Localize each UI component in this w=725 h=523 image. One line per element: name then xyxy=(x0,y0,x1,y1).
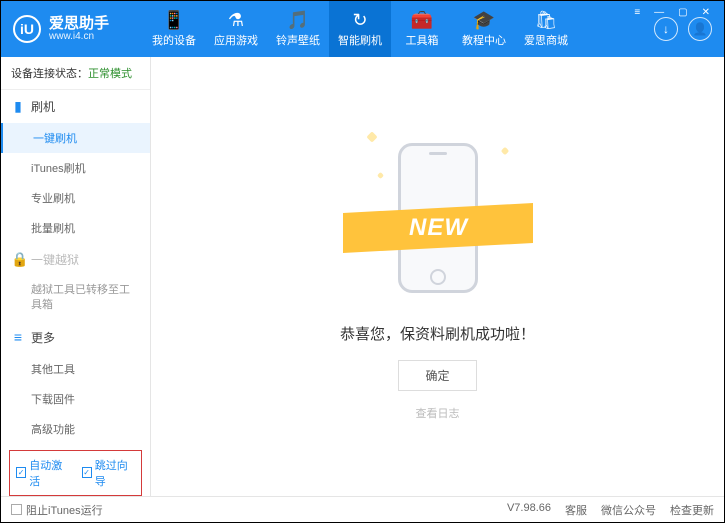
new-ribbon: NEW xyxy=(408,214,467,242)
user-icon[interactable]: 👤 xyxy=(688,17,712,41)
app-name: 爱思助手 xyxy=(49,16,109,31)
connection-status: 设备连接状态：正常模式 xyxy=(1,57,150,90)
sidebar: 设备连接状态：正常模式 ▮刷机 一键刷机 iTunes刷机 专业刷机 批量刷机 … xyxy=(1,57,151,496)
options-box: ✓自动激活 ✓跳过向导 xyxy=(9,450,142,496)
menu-icon[interactable]: ≡ xyxy=(630,5,644,20)
link-support[interactable]: 客服 xyxy=(565,502,587,518)
chk-auto-activate[interactable]: ✓自动激活 xyxy=(16,457,70,489)
store-icon: 🛍 xyxy=(535,11,558,29)
nav-apps[interactable]: ⚗应用游戏 xyxy=(205,1,267,57)
sub-itunes-flash[interactable]: iTunes刷机 xyxy=(1,153,150,183)
sub-advanced[interactable]: 高级功能 xyxy=(1,414,150,444)
close-icon[interactable]: ✕ xyxy=(698,5,714,20)
tutorial-icon: 🎓 xyxy=(473,11,495,29)
main-content: NEW 恭喜您，保资料刷机成功啦！ 确定 查看日志 xyxy=(151,57,724,496)
titlebar: iU 爱思助手 www.i4.cn 📱我的设备 ⚗应用游戏 🎵铃声壁纸 ↻智能刷… xyxy=(1,1,724,57)
apps-icon: ⚗ xyxy=(228,11,244,29)
success-message: 恭喜您，保资料刷机成功啦！ xyxy=(340,323,535,344)
app-url: www.i4.cn xyxy=(49,31,109,42)
sub-batch-flash[interactable]: 批量刷机 xyxy=(1,213,150,243)
ok-button[interactable]: 确定 xyxy=(398,360,476,391)
nav-my-device[interactable]: 📱我的设备 xyxy=(143,1,205,57)
cat-jailbreak[interactable]: 🔒一键越狱 xyxy=(1,243,150,276)
nav-toolbox[interactable]: 🧰工具箱 xyxy=(391,1,453,57)
version-label: V7.98.66 xyxy=(507,502,551,518)
nav-tutorials[interactable]: 🎓教程中心 xyxy=(453,1,515,57)
sub-other-tools[interactable]: 其他工具 xyxy=(1,354,150,384)
nav-flash[interactable]: ↻智能刷机 xyxy=(329,1,391,57)
more-icon: ≡ xyxy=(11,329,25,345)
flash-icon: ↻ xyxy=(352,11,367,29)
success-illustration: NEW xyxy=(353,113,523,303)
view-log-link[interactable]: 查看日志 xyxy=(416,405,460,421)
chk-block-itunes[interactable]: 阻止iTunes运行 xyxy=(11,502,103,518)
logo: iU 爱思助手 www.i4.cn xyxy=(13,15,143,43)
toolbox-icon: 🧰 xyxy=(411,11,433,29)
ringtone-icon: 🎵 xyxy=(287,11,309,29)
cat-more[interactable]: ≡更多 xyxy=(1,321,150,354)
device-icon: 📱 xyxy=(163,11,185,29)
cat-flash[interactable]: ▮刷机 xyxy=(1,90,150,123)
download-icon[interactable]: ↓ xyxy=(654,17,678,41)
link-check-update[interactable]: 检查更新 xyxy=(670,502,714,518)
lock-icon: 🔒 xyxy=(11,251,25,268)
phone-icon: ▮ xyxy=(11,98,25,115)
maximize-icon[interactable]: ▢ xyxy=(674,5,691,20)
nav-ringtones[interactable]: 🎵铃声壁纸 xyxy=(267,1,329,57)
main-nav: 📱我的设备 ⚗应用游戏 🎵铃声壁纸 ↻智能刷机 🧰工具箱 🎓教程中心 🛍爱思商城 xyxy=(143,1,577,57)
sub-pro-flash[interactable]: 专业刷机 xyxy=(1,183,150,213)
link-wechat[interactable]: 微信公众号 xyxy=(601,502,656,518)
chk-skip-wizard[interactable]: ✓跳过向导 xyxy=(82,457,136,489)
sub-download-firmware[interactable]: 下载固件 xyxy=(1,384,150,414)
nav-store[interactable]: 🛍爱思商城 xyxy=(515,1,577,57)
logo-icon: iU xyxy=(13,15,41,43)
jailbreak-note: 越狱工具已转移至工具箱 xyxy=(1,276,150,321)
statusbar: 阻止iTunes运行 V7.98.66 客服 微信公众号 检查更新 xyxy=(1,496,724,522)
sub-oneclick-flash[interactable]: 一键刷机 xyxy=(1,123,150,153)
minimize-icon[interactable]: — xyxy=(650,5,668,20)
